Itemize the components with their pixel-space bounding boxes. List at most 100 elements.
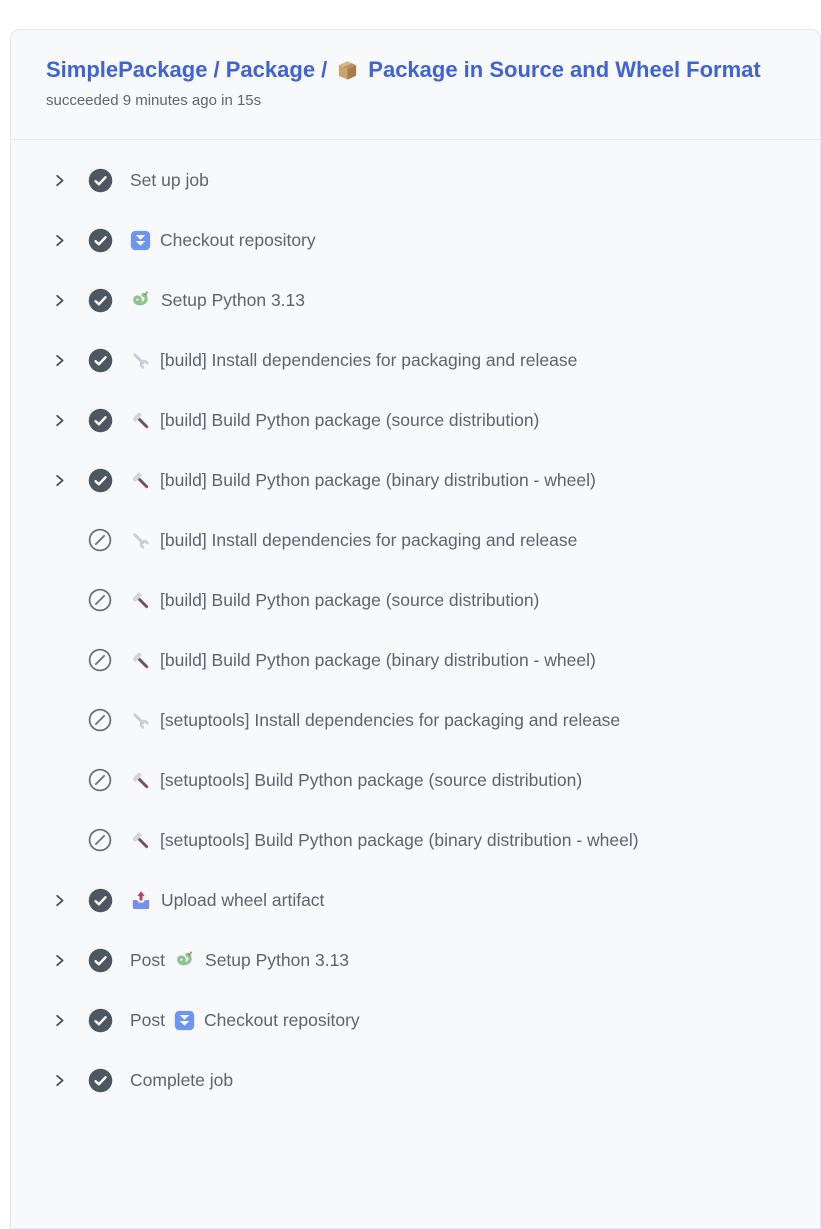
package-icon [336,59,359,82]
step-label: Setup Python 3.13 [161,290,305,311]
outbox-tray-icon [130,889,152,911]
success-icon [88,168,113,193]
expand-cell [52,173,88,188]
step-name: Complete job [130,1070,233,1091]
step-label: Set up job [130,170,209,191]
expand-cell [52,953,88,968]
expand-cell [52,1073,88,1088]
step-label: [build] Install dependencies for packagi… [160,530,577,551]
step-name: [setuptools] Build Python package (binar… [130,830,639,851]
success-icon [88,348,113,373]
status-cell [88,1008,130,1033]
expand-cell [52,413,88,428]
step-row[interactable]: Post Setup Python 3.13 [11,930,820,990]
step-name: [build] Install dependencies for packagi… [130,350,577,371]
step-row: [setuptools] Build Python package (sourc… [11,750,820,810]
step-row[interactable]: Setup Python 3.13 [11,270,820,330]
step-name: [build] Build Python package (binary dis… [130,650,596,671]
chevron-right-icon[interactable] [52,1013,67,1028]
success-icon [88,1008,113,1033]
expand-cell [52,353,88,368]
expand-cell [52,1013,88,1028]
job-panel: SimplePackage / Package / Package in Sou… [10,29,821,1229]
chevron-right-icon[interactable] [52,413,67,428]
success-icon [88,228,113,253]
status-cell [88,648,130,672]
hammer-icon [130,770,151,791]
step-label: [build] Install dependencies for packagi… [160,350,577,371]
arrow-double-down-icon [130,230,151,251]
success-icon [88,468,113,493]
chevron-right-icon[interactable] [52,353,67,368]
step-row[interactable]: Complete job [11,1050,820,1110]
step-label: [setuptools] Install dependencies for pa… [160,710,620,731]
steps-list: Set up job Checkout repository [11,140,820,1110]
expand-cell [52,233,88,248]
success-icon [88,948,113,973]
step-row[interactable]: Post Checkout repository [11,990,820,1050]
step-name: [setuptools] Build Python package (sourc… [130,770,582,791]
step-label: Upload wheel artifact [161,890,324,911]
chevron-right-icon[interactable] [52,473,67,488]
wrench-icon [130,710,151,731]
step-label: [setuptools] Build Python package (binar… [160,830,639,851]
status-cell [88,948,130,973]
job-header: SimplePackage / Package / Package in Sou… [11,30,820,140]
step-label: [build] Build Python package (binary dis… [160,470,596,491]
step-name: [build] Build Python package (source dis… [130,590,539,611]
skipped-icon [88,588,112,612]
status-cell [88,588,130,612]
skipped-icon [88,528,112,552]
skipped-icon [88,708,112,732]
run-title[interactable]: Package in Source and Wheel Format [368,57,760,83]
step-label: Checkout repository [160,230,316,251]
expand-cell [52,293,88,308]
step-name: [setuptools] Install dependencies for pa… [130,710,620,731]
step-prefix: Post [130,1010,165,1031]
hammer-icon [130,830,151,851]
step-name: Post Checkout repository [130,1010,360,1031]
step-row[interactable]: [build] Build Python package (binary dis… [11,450,820,510]
step-label: [build] Build Python package (source dis… [160,590,539,611]
chevron-right-icon[interactable] [52,173,67,188]
expand-cell [52,473,88,488]
step-row[interactable]: Upload wheel artifact [11,870,820,930]
step-row: [setuptools] Build Python package (binar… [11,810,820,870]
chevron-right-icon[interactable] [52,893,67,908]
arrow-double-down-icon [174,1010,195,1031]
success-icon [88,408,113,433]
step-row[interactable]: [build] Build Python package (source dis… [11,390,820,450]
hammer-icon [130,410,151,431]
step-name: Set up job [130,170,209,191]
step-name: Upload wheel artifact [130,889,324,911]
job-status-line: succeeded 9 minutes ago in 15s [46,92,784,109]
step-row[interactable]: Set up job [11,150,820,210]
chevron-right-icon[interactable] [52,293,67,308]
step-label: [build] Build Python package (source dis… [160,410,539,431]
chevron-right-icon[interactable] [52,1073,67,1088]
success-icon [88,1068,113,1093]
chevron-right-icon[interactable] [52,953,67,968]
status-cell [88,1068,130,1093]
chevron-right-icon[interactable] [52,233,67,248]
step-name: Post Setup Python 3.13 [130,949,349,971]
step-row: [build] Build Python package (binary dis… [11,630,820,690]
success-icon [88,288,113,313]
hammer-icon [130,470,151,491]
step-name: Setup Python 3.13 [130,289,305,311]
skipped-icon [88,768,112,792]
step-row: [setuptools] Install dependencies for pa… [11,690,820,750]
snake-icon [130,289,152,311]
snake-icon [174,949,196,971]
step-row[interactable]: [build] Install dependencies for packagi… [11,330,820,390]
breadcrumb[interactable]: SimplePackage / Package / [46,57,327,83]
step-label: Complete job [130,1070,233,1091]
step-row: [build] Build Python package (source dis… [11,570,820,630]
step-row[interactable]: Checkout repository [11,210,820,270]
step-name: [build] Install dependencies for packagi… [130,530,577,551]
step-row: [build] Install dependencies for packagi… [11,510,820,570]
status-cell [88,888,130,913]
step-label: [build] Build Python package (binary dis… [160,650,596,671]
status-cell [88,288,130,313]
wrench-icon [130,530,151,551]
